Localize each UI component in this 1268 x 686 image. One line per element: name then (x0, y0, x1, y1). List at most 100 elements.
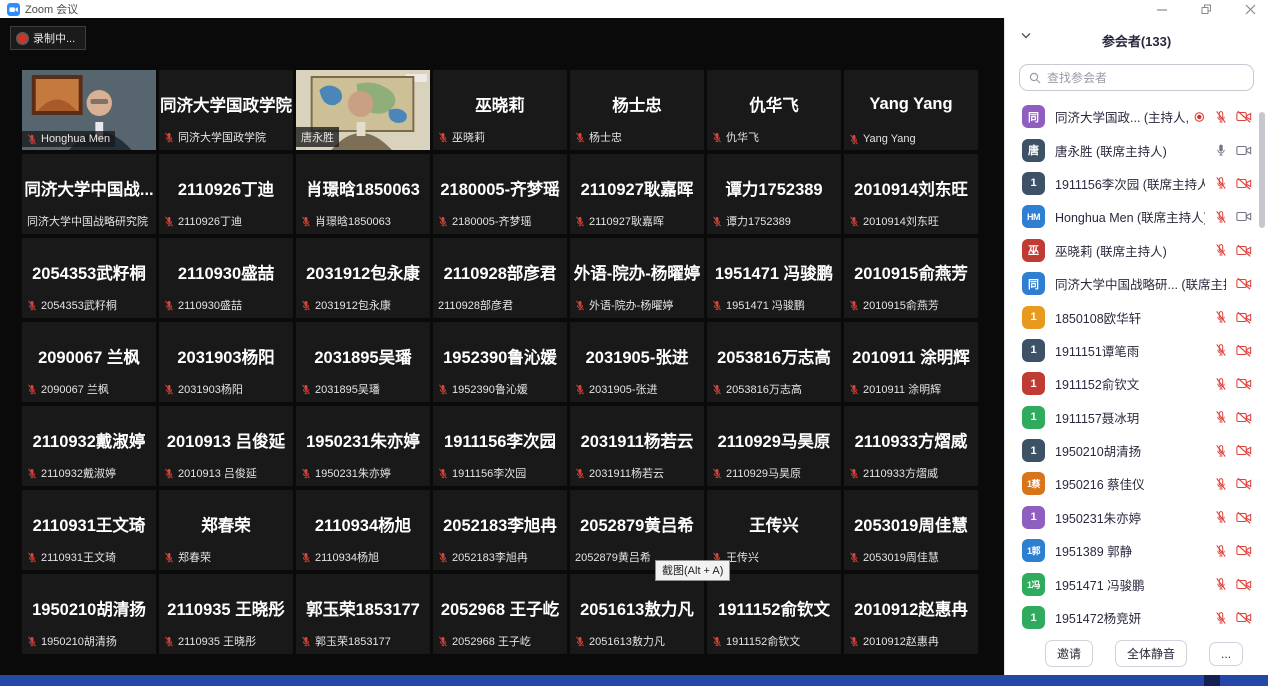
participant-row[interactable]: 1冯 1951471 冯骏鹏 (1005, 567, 1268, 600)
camera-off-icon[interactable] (1236, 244, 1252, 257)
camera-off-icon[interactable] (1236, 444, 1252, 457)
participant-row[interactable]: 1 1950210胡清扬 (1005, 434, 1268, 467)
participant-video-tile[interactable]: 2110934杨旭 2110934杨旭 (296, 490, 430, 570)
camera-off-icon[interactable] (1236, 311, 1252, 324)
mic-muted-icon[interactable] (1215, 510, 1227, 524)
mic-muted-icon[interactable] (1215, 577, 1227, 591)
participant-video-tile[interactable]: 唐永胜 (296, 70, 430, 150)
more-options-button[interactable]: ... (1209, 642, 1243, 666)
participant-video-tile[interactable]: 2110926丁迪 2110926丁迪 (159, 154, 293, 234)
mic-muted-icon[interactable] (1215, 377, 1227, 391)
close-icon[interactable] (1244, 3, 1256, 15)
participant-video-tile[interactable]: 巫晓莉 巫晓莉 (433, 70, 567, 150)
participant-video-tile[interactable]: 郭玉荣1853177 郭玉荣1853177 (296, 574, 430, 654)
participant-row[interactable]: 1 1911156李次园 (联席主持人) (1005, 167, 1268, 200)
camera-on-icon[interactable] (1236, 210, 1252, 223)
participant-row[interactable]: 1郭 1951389 郭静 (1005, 534, 1268, 567)
camera-off-icon[interactable] (1236, 578, 1252, 591)
participant-video-tile[interactable]: 2110931王文琦 2110931王文琦 (22, 490, 156, 570)
participant-row[interactable]: 1 1911151谭笔雨 (1005, 334, 1268, 367)
camera-off-icon[interactable] (1236, 544, 1252, 557)
participant-row[interactable]: 巫 巫晓莉 (联席主持人) (1005, 234, 1268, 267)
participant-video-tile[interactable]: 2110927耿嘉晖 2110927耿嘉晖 (570, 154, 704, 234)
recording-indicator[interactable]: 录制中... (10, 26, 86, 50)
search-input[interactable] (1047, 71, 1244, 85)
participant-video-tile[interactable]: 肖璟晗1850063 肖璟晗1850063 (296, 154, 430, 234)
participant-video-tile[interactable]: 2054353武籽桐 2054353武籽桐 (22, 238, 156, 318)
camera-off-icon[interactable] (1236, 611, 1252, 624)
camera-off-icon[interactable] (1236, 477, 1252, 490)
participant-row[interactable]: HM Honghua Men (联席主持人) (1005, 200, 1268, 233)
participant-video-tile[interactable]: 郑春荣 郑春荣 (159, 490, 293, 570)
camera-off-icon[interactable] (1236, 110, 1252, 123)
participant-video-tile[interactable]: 2090067 兰枫 2090067 兰枫 (22, 322, 156, 402)
participant-video-tile[interactable]: 2110932戴淑婷 2110932戴淑婷 (22, 406, 156, 486)
participant-video-tile[interactable]: 2180005-齐梦瑶 2180005-齐梦瑶 (433, 154, 567, 234)
participant-row[interactable]: 同 同济大学中国战略研... (联席主持人) (1005, 267, 1268, 300)
participant-video-tile[interactable]: 2110933方熠威 2110933方熠威 (844, 406, 978, 486)
participant-video-tile[interactable]: 2010913 吕俊延 2010913 吕俊延 (159, 406, 293, 486)
participant-row[interactable]: 唐 唐永胜 (联席主持人) (1005, 133, 1268, 166)
camera-off-icon[interactable] (1236, 411, 1252, 424)
mic-muted-icon[interactable] (1215, 477, 1227, 491)
participant-video-tile[interactable]: 2052183李旭冉 2052183李旭冉 (433, 490, 567, 570)
participant-video-tile[interactable]: 2031912包永康 2031912包永康 (296, 238, 430, 318)
participant-row[interactable]: 1 1911152俞钦文 (1005, 367, 1268, 400)
participant-video-tile[interactable]: 杨士忠 杨士忠 (570, 70, 704, 150)
participant-video-tile[interactable]: 2053816万志高 2053816万志高 (707, 322, 841, 402)
participant-video-tile[interactable]: 2110930盛喆 2110930盛喆 (159, 238, 293, 318)
participant-row[interactable]: 1 1850108欧华轩 (1005, 300, 1268, 333)
participant-video-tile[interactable]: 2110929马昊原 2110929马昊原 (707, 406, 841, 486)
participant-video-tile[interactable]: 2031911杨若云 2031911杨若云 (570, 406, 704, 486)
participant-video-tile[interactable]: 2010915俞燕芳 2010915俞燕芳 (844, 238, 978, 318)
panel-scrollbar[interactable] (1259, 112, 1265, 228)
participant-video-tile[interactable]: 2031903杨阳 2031903杨阳 (159, 322, 293, 402)
mic-on-icon[interactable] (1215, 143, 1227, 157)
participant-video-tile[interactable]: 2031905-张进 2031905-张进 (570, 322, 704, 402)
camera-off-icon[interactable] (1236, 344, 1252, 357)
participant-row[interactable]: 1 1951472杨竞妍 (1005, 601, 1268, 634)
invite-button[interactable]: 邀请 (1045, 640, 1093, 667)
participant-video-tile[interactable]: 1911152俞钦文 1911152俞钦文 (707, 574, 841, 654)
minimize-icon[interactable] (1156, 3, 1168, 15)
participant-video-tile[interactable]: 谭力1752389 谭力1752389 (707, 154, 841, 234)
participant-video-tile[interactable]: 2051613敖力凡 2051613敖力凡 (570, 574, 704, 654)
participant-video-tile[interactable]: 外语-院办-杨曜婷 外语-院办-杨曜婷 (570, 238, 704, 318)
participant-video-tile[interactable]: 1950231朱亦婷 1950231朱亦婷 (296, 406, 430, 486)
participant-row[interactable]: 1 1911157聂冰玥 (1005, 401, 1268, 434)
camera-off-icon[interactable] (1236, 377, 1252, 390)
participant-video-tile[interactable]: 2010912赵惠冉 2010912赵惠冉 (844, 574, 978, 654)
participant-video-tile[interactable]: 2110928部彦君 2110928部彦君 (433, 238, 567, 318)
mic-muted-icon[interactable] (1215, 544, 1227, 558)
participant-video-tile[interactable]: Yang Yang Yang Yang (844, 70, 978, 150)
participant-video-tile[interactable]: 1950210胡清扬 1950210胡清扬 (22, 574, 156, 654)
participant-row[interactable]: 1 1950231朱亦婷 (1005, 501, 1268, 534)
participant-video-tile[interactable]: 2052879黄吕希 2052879黄吕希 (570, 490, 704, 570)
participant-video-tile[interactable]: 仇华飞 仇华飞 (707, 70, 841, 150)
participant-video-tile[interactable]: 2110935 王晓彤 2110935 王晓彤 (159, 574, 293, 654)
taskbar-item[interactable] (1204, 675, 1220, 686)
mic-muted-icon[interactable] (1215, 176, 1227, 190)
camera-off-icon[interactable] (1236, 511, 1252, 524)
restore-icon[interactable] (1200, 3, 1212, 15)
mic-muted-icon[interactable] (1215, 210, 1227, 224)
participant-video-tile[interactable]: 1951471 冯骏鹏 1951471 冯骏鹏 (707, 238, 841, 318)
participant-video-tile[interactable]: 同济大学国政学院 同济大学国政学院 (159, 70, 293, 150)
mute-all-button[interactable]: 全体静音 (1115, 640, 1187, 667)
mic-muted-icon[interactable] (1215, 410, 1227, 424)
participant-video-tile[interactable]: 1952390鲁沁媛 1952390鲁沁媛 (433, 322, 567, 402)
participant-row[interactable]: 同 同济大学国政... (主持人, 我) (1005, 100, 1268, 133)
participant-row[interactable]: 1蔡 1950216 蔡佳仪 (1005, 467, 1268, 500)
mic-muted-icon[interactable] (1215, 310, 1227, 324)
camera-on-icon[interactable] (1236, 144, 1252, 157)
participant-video-tile[interactable]: 1911156李次园 1911156李次园 (433, 406, 567, 486)
participant-video-tile[interactable]: 2031895吴璠 2031895吴璠 (296, 322, 430, 402)
participant-video-tile[interactable]: 2052968 王子屹 2052968 王子屹 (433, 574, 567, 654)
mic-muted-icon[interactable] (1215, 243, 1227, 257)
mic-muted-icon[interactable] (1215, 611, 1227, 625)
participant-video-tile[interactable]: 2053019周佳慧 2053019周佳慧 (844, 490, 978, 570)
mic-muted-icon[interactable] (1215, 343, 1227, 357)
participant-video-tile[interactable]: 2010914刘东旺 2010914刘东旺 (844, 154, 978, 234)
participant-search[interactable] (1019, 64, 1254, 91)
participant-video-tile[interactable]: 2010911 涂明辉 2010911 涂明辉 (844, 322, 978, 402)
